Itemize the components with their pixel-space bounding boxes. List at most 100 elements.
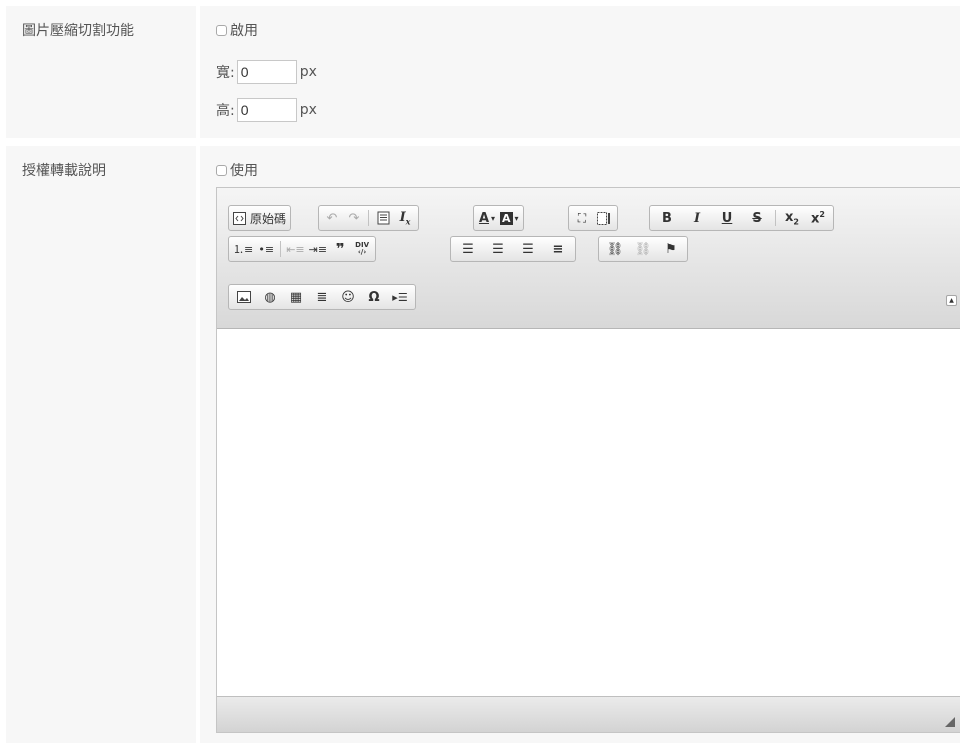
source-group: 原始碼: [228, 205, 292, 231]
maximize-button[interactable]: ⛶: [571, 207, 593, 229]
paste-icon: [377, 211, 389, 225]
strike-icon: S: [752, 210, 762, 226]
use-line: 使用: [216, 160, 258, 180]
image-button[interactable]: [231, 286, 257, 308]
strike-button[interactable]: S: [742, 207, 772, 229]
separator: [280, 241, 282, 257]
outdent-button[interactable]: ⇤≡: [284, 238, 306, 260]
enable-checkbox[interactable]: [216, 24, 227, 36]
image-crop-row: 圖片壓縮切割功能 啟用 寬: px 高: px: [0, 6, 960, 138]
resize-handle-icon[interactable]: [945, 717, 955, 727]
align-center-button[interactable]: ☰: [483, 238, 513, 260]
editor-bottom-bar: [217, 696, 960, 732]
align-group: ☰ ☰ ☰ ≡: [450, 236, 576, 262]
italic-button[interactable]: I: [682, 207, 712, 229]
width-label: 寬:: [216, 65, 235, 81]
paste-button[interactable]: [372, 207, 394, 229]
rich-text-editor: 原始碼 ↶ ↷ Ix A ▾ A ▾ ⛶ B I U S x2 x2 ⒈≡ •≡…: [216, 187, 960, 733]
flag-icon: ⚑: [665, 241, 677, 257]
bg-color-icon: A: [500, 211, 513, 225]
link-button[interactable]: ⛓: [601, 238, 629, 260]
remove-format-button[interactable]: Ix: [394, 207, 416, 229]
superscript-icon: x2: [811, 209, 825, 227]
superscript-button[interactable]: x2: [805, 207, 831, 229]
bulleted-list-button[interactable]: •≡: [255, 238, 277, 260]
history-group: ↶ ↷ Ix: [318, 205, 419, 231]
height-input[interactable]: [236, 98, 297, 122]
collapse-toolbar-button[interactable]: ▲: [946, 295, 957, 306]
subscript-button[interactable]: x2: [779, 207, 805, 229]
bg-color-button[interactable]: A ▾: [498, 207, 521, 229]
redo-icon: ↷: [348, 210, 360, 226]
page-break-button[interactable]: ▸☰: [387, 286, 413, 308]
blockquote-button[interactable]: ❞: [329, 238, 351, 260]
image-crop-value-cell: 啟用 寬: px 高: px: [200, 6, 960, 138]
editor-content-area[interactable]: [217, 329, 960, 698]
use-checkbox[interactable]: [216, 164, 227, 176]
justify-icon: ≡: [552, 241, 564, 257]
unlink-icon: ⛓: [634, 241, 652, 257]
height-unit: px: [299, 102, 317, 118]
page-break-icon: ▸☰: [392, 290, 408, 304]
show-blocks-button[interactable]: [593, 207, 615, 229]
separator: [368, 210, 369, 226]
align-right-button[interactable]: ☰: [513, 238, 543, 260]
underline-button[interactable]: U: [712, 207, 742, 229]
indent-icon: ⇥≡: [308, 242, 328, 256]
chevron-down-icon: ▾: [514, 213, 519, 223]
source-button[interactable]: 原始碼: [231, 207, 288, 229]
align-center-icon: ☰: [492, 241, 504, 257]
table-icon: ▦: [289, 289, 303, 305]
triangle-up-icon: ▲: [949, 296, 954, 304]
enable-line: 啟用: [216, 20, 258, 40]
align-left-icon: ☰: [462, 241, 474, 257]
insert-group: ◍ ▦ ≣ ☺ Ω ▸☰: [228, 284, 416, 310]
bold-button[interactable]: B: [652, 207, 682, 229]
height-line: 高: px: [216, 98, 317, 122]
license-label: 授權轉載說明: [22, 163, 106, 179]
horizontal-rule-button[interactable]: ≣: [309, 286, 335, 308]
image-crop-label-cell: 圖片壓縮切割功能: [6, 6, 196, 138]
chevron-down-icon: ▾: [491, 213, 496, 223]
numbered-list-button[interactable]: ⒈≡: [231, 238, 255, 260]
justify-button[interactable]: ≡: [543, 238, 573, 260]
div-container-button[interactable]: DIV ‹/›: [351, 238, 373, 260]
list-group: ⒈≡ •≡ ⇤≡ ⇥≡ ❞ DIV ‹/›: [228, 236, 377, 262]
outdent-icon: ⇤≡: [286, 242, 305, 256]
source-icon: [233, 211, 246, 225]
text-color-button[interactable]: A ▾: [476, 207, 498, 229]
italic-icon: I: [693, 210, 701, 226]
source-label: 原始碼: [250, 211, 287, 226]
smiley-button[interactable]: ☺: [335, 286, 361, 308]
image-crop-label: 圖片壓縮切割功能: [22, 23, 134, 39]
width-unit: px: [299, 64, 317, 80]
align-right-icon: ☰: [522, 241, 534, 257]
horizontal-rule-icon: ≣: [316, 289, 328, 305]
anchor-button[interactable]: ⚑: [657, 238, 685, 260]
editor-toolbar: 原始碼 ↶ ↷ Ix A ▾ A ▾ ⛶ B I U S x2 x2 ⒈≡ •≡…: [217, 188, 960, 329]
license-label-cell: 授權轉載說明: [6, 146, 196, 743]
height-label: 高:: [216, 103, 235, 119]
link-icon: ⛓: [606, 241, 624, 257]
enable-label: 啟用: [230, 23, 258, 39]
undo-button[interactable]: ↶: [321, 207, 343, 229]
align-left-button[interactable]: ☰: [453, 238, 483, 260]
basic-style-group: B I U S x2 x2: [649, 205, 834, 231]
unlink-button[interactable]: ⛓: [629, 238, 657, 260]
table-button[interactable]: ▦: [283, 286, 309, 308]
width-input[interactable]: [236, 60, 297, 84]
omega-icon: Ω: [368, 289, 380, 305]
redo-button[interactable]: ↷: [343, 207, 365, 229]
show-blocks-icon: [597, 211, 610, 225]
div-container-icon: DIV ‹/›: [355, 241, 370, 256]
link-group: ⛓ ⛓ ⚑: [598, 236, 688, 262]
special-char-button[interactable]: Ω: [361, 286, 387, 308]
width-line: 寬: px: [216, 60, 317, 84]
bold-icon: B: [662, 210, 672, 226]
bulleted-list-icon: •≡: [258, 242, 275, 256]
maximize-icon: ⛶: [577, 210, 587, 225]
undo-icon: ↶: [326, 210, 338, 226]
flash-button[interactable]: ◍: [257, 286, 283, 308]
underline-icon: U: [721, 210, 733, 226]
indent-button[interactable]: ⇥≡: [307, 238, 329, 260]
